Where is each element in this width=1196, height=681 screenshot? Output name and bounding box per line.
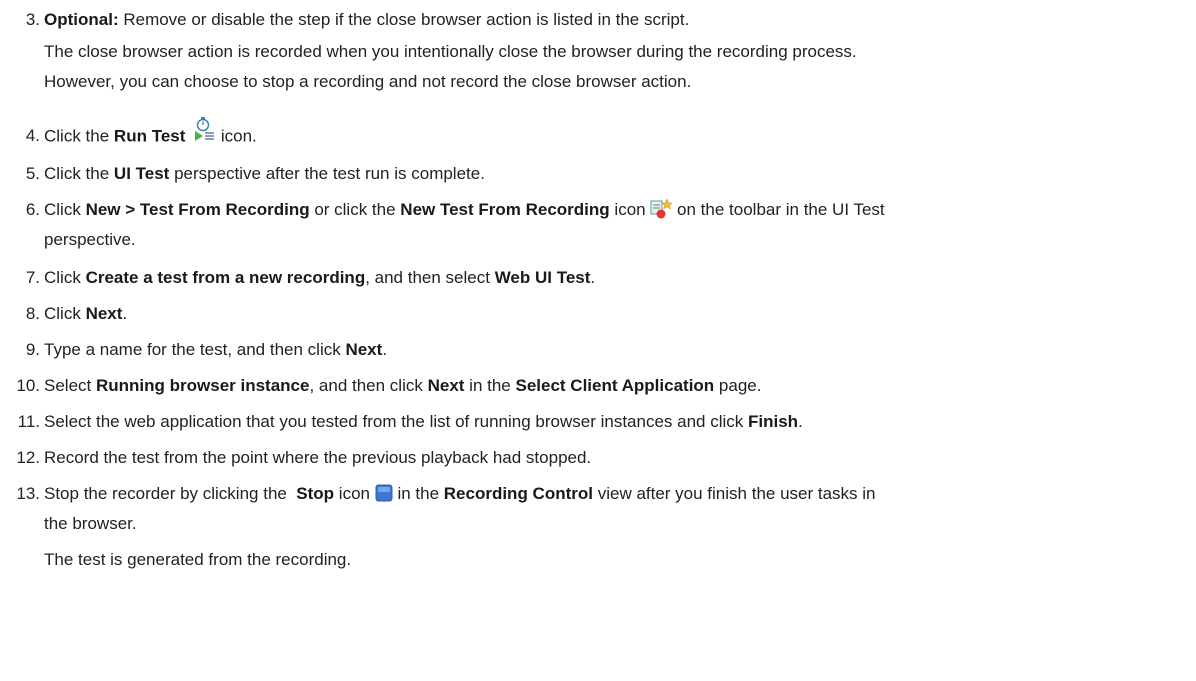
finish-label: Finish xyxy=(748,412,799,431)
next-label: Next xyxy=(427,376,465,395)
step-text: Click the xyxy=(44,126,114,146)
step-number: 5. xyxy=(25,164,40,183)
step-number: 6. xyxy=(25,200,40,219)
step-text: icon. xyxy=(220,126,257,146)
step-3-explanation-2: However, you can choose to stop a record… xyxy=(44,72,692,91)
step-text: perspective after the test run is comple… xyxy=(169,164,485,183)
step-number: 10. xyxy=(16,376,40,395)
ui-test-label: UI Test xyxy=(113,164,170,183)
step-5: 5. Click the UI Test perspective after t… xyxy=(0,162,1196,186)
step-text: Type a name for the test, and then click xyxy=(44,340,346,359)
next-label: Next xyxy=(85,304,123,323)
step-text: , and then select xyxy=(365,268,495,287)
step-text: icon xyxy=(609,200,651,219)
new-test-from-recording-menu-label: New > Test From Recording xyxy=(85,200,310,219)
step-6-continuation: perspective. xyxy=(44,230,136,249)
procedure-steps: 3. Optional: Remove or disable the step … xyxy=(0,0,1196,681)
step-3-explanation-1: The close browser action is recorded whe… xyxy=(44,42,857,61)
select-client-application-label: Select Client Application xyxy=(515,376,715,395)
step-text: . xyxy=(382,340,388,359)
step-8: 8. Click Next. xyxy=(0,302,1196,326)
step-number: 13. xyxy=(16,484,40,503)
step-11: 11. Select the web application that you … xyxy=(0,410,1196,434)
run-test-icon xyxy=(190,116,216,142)
step-12: 12. Record the test from the point where… xyxy=(0,446,1196,470)
step-number: 4. xyxy=(25,126,40,145)
step-13: 13. Stop the recorder by clicking the St… xyxy=(0,482,1196,506)
step-text: in the xyxy=(392,484,444,503)
step-13-result: The test is generated from the recording… xyxy=(44,550,352,569)
step-text: , and then click xyxy=(309,376,428,395)
new-test-from-recording-label: New Test From Recording xyxy=(400,200,610,219)
step-text: on the toolbar in the UI Test xyxy=(672,200,885,219)
step-text: Click xyxy=(44,200,86,219)
step-6: 6. Click New > Test From Recording or cl… xyxy=(0,197,1196,222)
new-test-from-recording-icon xyxy=(650,197,673,220)
step-text: Click xyxy=(44,304,86,323)
step-7: 7. Click Create a test from a new record… xyxy=(0,266,1196,290)
step-4: 4. Click the Run Test icon. xyxy=(0,116,1196,150)
step-text: page. xyxy=(714,376,762,395)
step-text: . xyxy=(798,412,803,431)
recording-control-label: Recording Control xyxy=(443,484,593,503)
step-9: 9. Type a name for the test, and then cl… xyxy=(0,338,1196,362)
next-label: Next xyxy=(345,340,383,359)
step-number: 8. xyxy=(25,304,40,323)
step-text: or click the xyxy=(309,200,401,219)
step-text: Select xyxy=(44,376,96,395)
step-number: 9. xyxy=(25,340,40,359)
step-text: icon xyxy=(334,484,375,503)
step-13-continuation: the browser. xyxy=(44,514,137,533)
step-number: 3. xyxy=(25,10,40,29)
step-number: 11. xyxy=(17,412,40,431)
step-text: view after you finish the user tasks in xyxy=(592,484,876,503)
step-10: 10. Select Running browser instance, and… xyxy=(0,374,1196,398)
step-number: 12. xyxy=(16,448,40,467)
step-text: Stop the recorder by clicking the xyxy=(44,484,297,503)
step-text: . xyxy=(122,304,128,323)
step-text: Record the test from the point where the… xyxy=(44,448,592,467)
stop-icon xyxy=(375,484,393,502)
optional-label: Optional: xyxy=(44,10,119,29)
step-text: . xyxy=(590,268,596,287)
step-text: Remove or disable the step if the close … xyxy=(118,10,690,29)
run-test-label: Run Test xyxy=(113,126,186,146)
step-number: 7. xyxy=(25,268,40,287)
create-test-option-label: Create a test from a new recording xyxy=(85,268,366,287)
web-ui-test-label: Web UI Test xyxy=(494,268,591,287)
step-3: 3. Optional: Remove or disable the step … xyxy=(0,8,1196,32)
stop-label: Stop xyxy=(296,484,335,503)
running-browser-instance-label: Running browser instance xyxy=(95,376,310,395)
step-text: Click xyxy=(44,268,86,287)
step-text: in the xyxy=(464,376,516,395)
step-text: Click the xyxy=(44,164,114,183)
step-text: Select the web application that you test… xyxy=(44,412,748,431)
